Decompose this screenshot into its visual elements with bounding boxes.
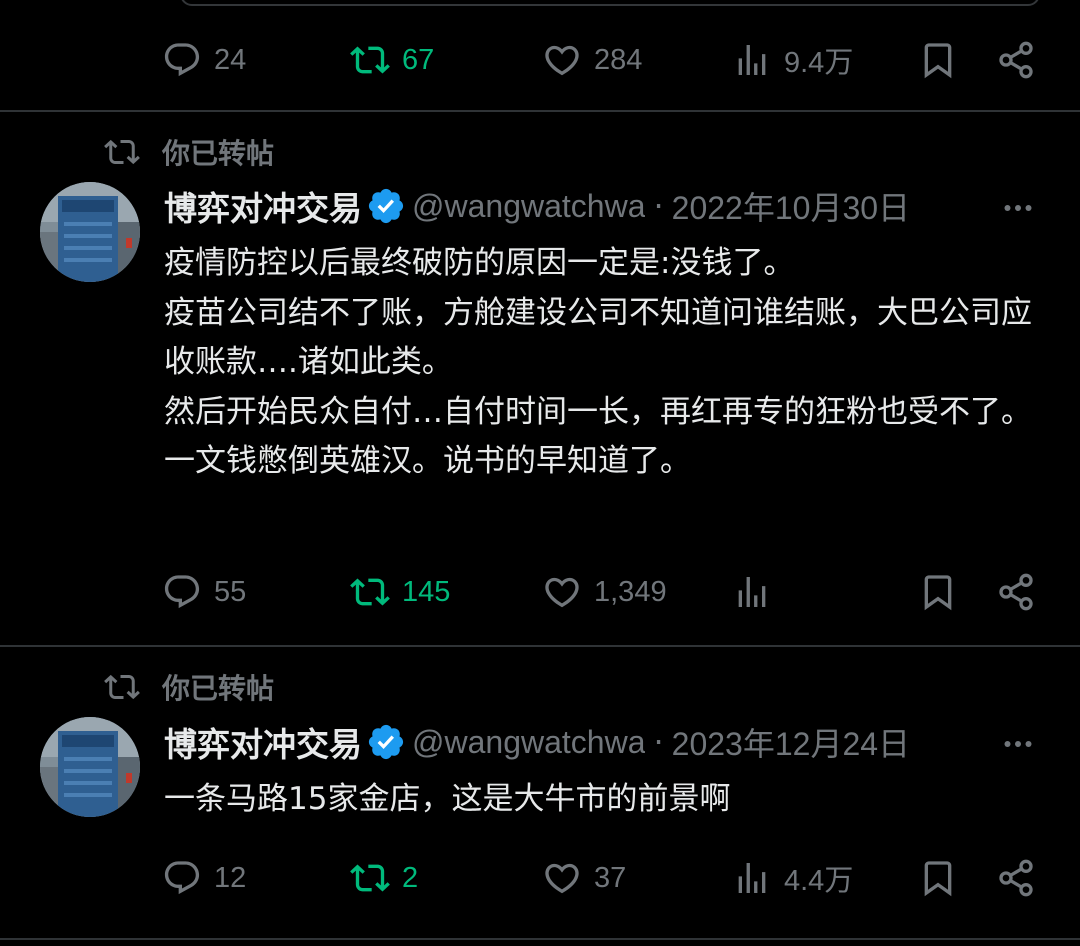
like-count: 284 [594,43,643,76]
tweet-divider [0,938,1080,940]
repost-icon [104,134,140,170]
repost-button[interactable]: 2 [350,848,418,908]
separator-dot: · [653,187,664,225]
reply-icon [162,858,202,898]
heart-icon [542,858,582,898]
tweet-text-line: 疫情防控以后最终破防的原因一定是:没钱了。 [164,245,795,281]
verified-icon [366,722,406,762]
heart-icon [542,572,582,612]
bookmark-button[interactable] [918,30,958,90]
share-button[interactable] [996,562,1036,622]
bookmark-icon [918,40,958,80]
tweet-date[interactable]: 2022年10月30日 [672,183,910,229]
tweet-action-bar: 55 145 1,349 [0,562,1080,622]
views-button[interactable]: 4.4万 [732,848,853,908]
repost-button[interactable]: 145 [350,562,450,622]
separator-dot: · [653,723,664,761]
reply-count: 55 [214,575,247,608]
heart-icon [542,40,582,80]
verified-icon [366,186,406,226]
tweet-text-line: 然后开始民众自付…自付时间一长，再红再专的狂粉也受不了。 [164,393,1032,430]
tweet-text-line: 一条马路15家金店，这是大牛市的前景啊 [164,781,731,817]
avatar-image [40,182,140,282]
more-options-icon[interactable] [1000,724,1036,764]
views-count: 4.4万 [784,865,854,897]
bar-chart-icon [732,572,772,612]
repost-count: 67 [402,43,435,76]
views-button[interactable]: 9.4万 [732,30,853,90]
reposted-indicator: 你已转帖 [104,667,274,707]
like-button[interactable]: 1,349 [542,562,667,622]
reposted-label: 你已转帖 [162,137,275,170]
repost-icon [350,858,390,898]
views-button[interactable] [732,562,784,622]
tweet-text: 疫情防控以后最终破防的原因一定是:没钱了。 疫苗公司结不了账，方舱建设公司不知道… [164,239,1044,487]
bookmark-button[interactable] [918,562,958,622]
tweet-action-bar: 12 2 37 4.4万 [0,848,1080,908]
avatar-image [40,717,140,817]
views-count: 9.4万 [784,47,854,79]
repost-icon [350,40,390,80]
repost-button[interactable]: 67 [350,30,434,90]
like-button[interactable]: 284 [542,30,642,90]
author-handle[interactable]: @wangwatchwa [412,188,645,225]
tweet-date[interactable]: 2023年12月24日 [672,719,910,765]
share-button[interactable] [996,848,1036,908]
repost-count: 2 [402,861,419,894]
tweet-divider [0,645,1080,647]
tweet-header: 博弈对冲交易 @wangwatchwa · 2022年10月30日 [164,182,1044,230]
tweet-divider [0,110,1080,112]
repost-count: 145 [402,575,451,608]
reply-icon [162,572,202,612]
repost-icon [104,669,140,705]
bar-chart-icon [732,40,772,80]
bookmark-icon [918,858,958,898]
tweet-action-bar: 24 67 284 9.4万 [0,30,1080,90]
like-count: 1,349 [594,575,667,608]
reply-button[interactable]: 55 [162,562,246,622]
reply-button[interactable]: 24 [162,30,246,90]
tweet-text: 一条马路15家金店，这是大牛市的前景啊 [164,775,1044,825]
repost-icon [350,572,390,612]
reply-count: 12 [214,861,247,894]
author-name[interactable]: 博弈对冲交易 [164,718,362,766]
reply-icon [162,40,202,80]
share-icon [996,40,1036,80]
author-name[interactable]: 博弈对冲交易 [164,182,362,230]
bookmark-button[interactable] [918,848,958,908]
reposted-label: 你已转帖 [162,672,275,705]
reposted-indicator: 你已转帖 [104,132,274,172]
embedded-card-edge [180,0,1040,6]
author-handle[interactable]: @wangwatchwa [412,724,645,761]
like-button[interactable]: 37 [542,848,626,908]
avatar[interactable] [40,182,140,282]
reply-count: 24 [214,43,247,76]
bar-chart-icon [732,858,772,898]
reply-button[interactable]: 12 [162,848,246,908]
tweet-text-line: 一文钱憋倒英雄汉。说书的早知道了。 [164,443,691,479]
like-count: 37 [594,861,627,894]
share-icon [996,572,1036,612]
avatar[interactable] [40,717,140,817]
tweet-header: 博弈对冲交易 @wangwatchwa · 2023年12月24日 [164,718,1044,766]
share-button[interactable] [996,30,1036,90]
more-options-icon[interactable] [1000,188,1036,228]
tweet-text-line: 疫苗公司结不了账，方舱建设公司不知道问谁结账，大巴公司应收账款….诸如此类。 [164,294,1032,381]
bookmark-icon [918,572,958,612]
share-icon [996,858,1036,898]
